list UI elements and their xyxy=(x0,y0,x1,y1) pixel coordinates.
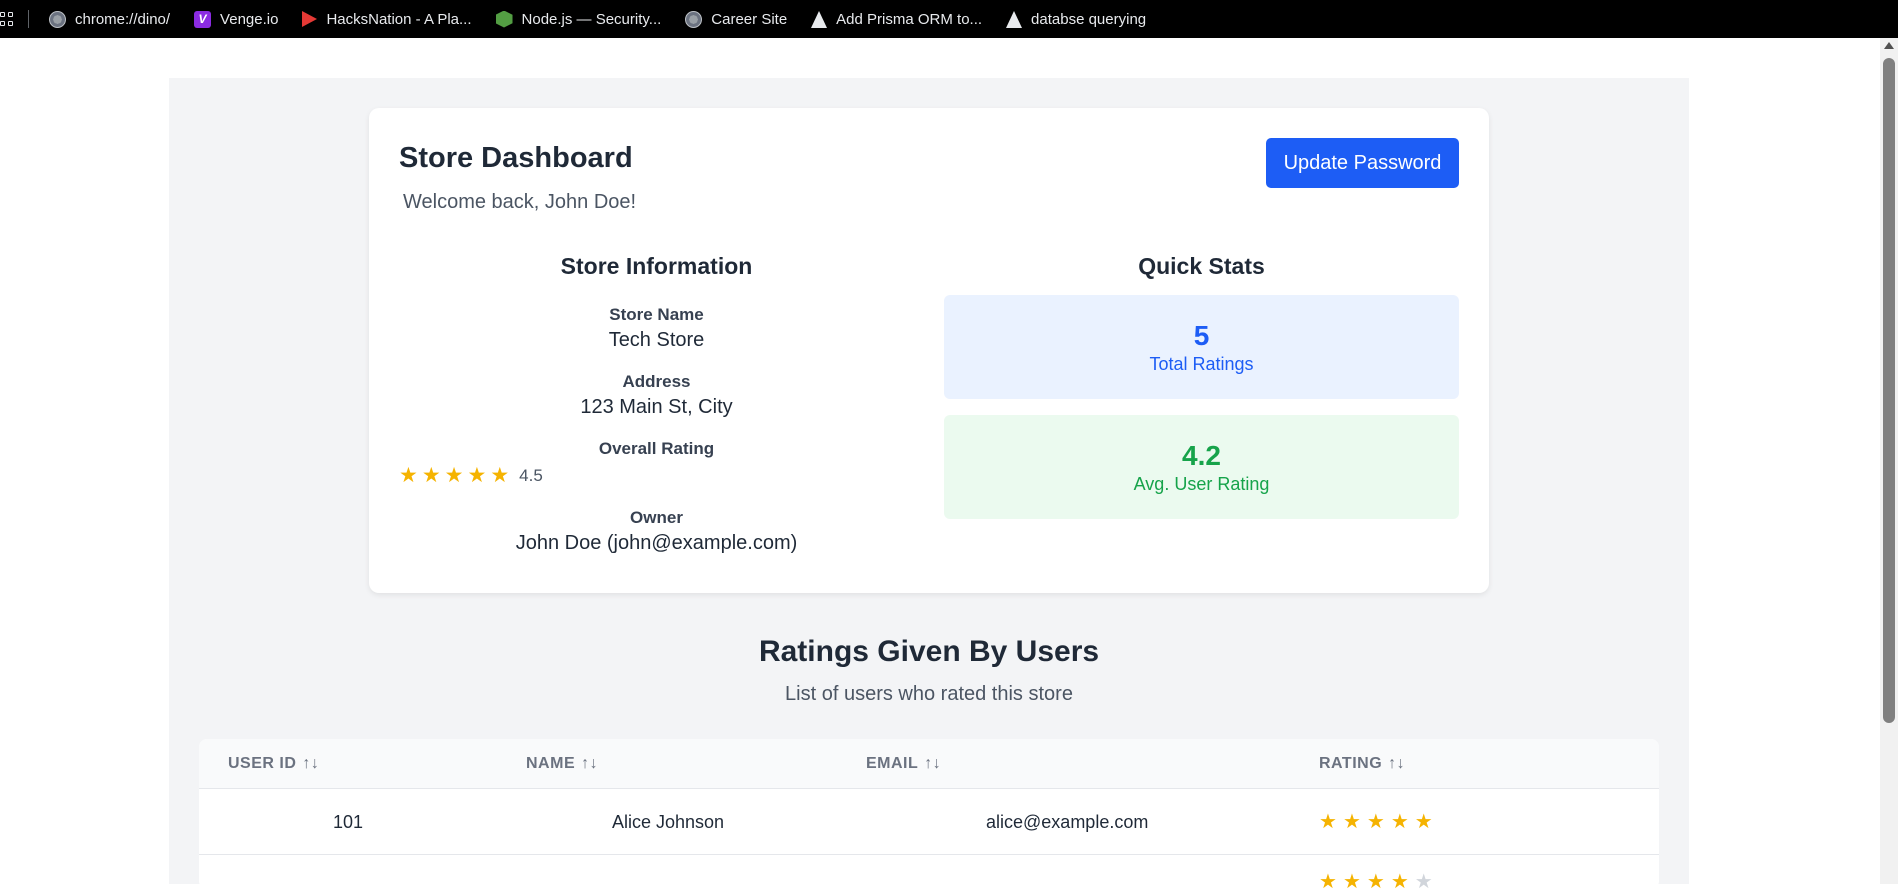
address-value: 123 Main St, City xyxy=(580,396,733,418)
column-header-label: NAME xyxy=(526,755,576,772)
bookmark-prisma[interactable]: Add Prisma ORM to... xyxy=(811,10,983,28)
cell-email: alice@example.com xyxy=(986,811,1149,832)
overall-rating: ★ ★ ★ ★ ★ 4.5 xyxy=(399,465,914,486)
update-password-button[interactable]: Update Password xyxy=(1266,138,1459,188)
star-icon: ★ xyxy=(444,464,464,487)
prisma-icon xyxy=(811,10,828,28)
bookmark-databse-querying[interactable]: databse querying xyxy=(1006,10,1147,28)
column-header-label: EMAIL xyxy=(866,755,919,772)
apps-grid-icon[interactable] xyxy=(0,12,14,26)
star-icon: ★ xyxy=(1390,811,1409,833)
overall-rating-value: 4.5 xyxy=(519,465,543,485)
sort-icon[interactable]: ↑↓ xyxy=(302,755,319,773)
nodejs-icon xyxy=(495,10,513,28)
bookmark-label: Add Prisma ORM to... xyxy=(836,10,983,28)
table-row[interactable]: 101 Alice Johnson alice@example.com ★ ★ … xyxy=(199,789,1659,855)
star-icon: ★ xyxy=(421,464,441,487)
store-information-title: Store Information xyxy=(560,253,753,279)
bookmark-label: Venge.io xyxy=(220,10,279,28)
star-icon: ★ xyxy=(1342,811,1361,833)
star-empty-icon: ★ xyxy=(1414,871,1433,889)
quick-stats-section: Quick Stats 5 Total Ratings 4.2 Avg. Use… xyxy=(944,253,1459,519)
store-name-label: Store Name xyxy=(609,305,704,324)
total-ratings-value: 5 xyxy=(1193,319,1210,351)
bookmark-label: Career Site xyxy=(711,10,788,28)
bookmark-label: Node.js — Security... xyxy=(521,10,662,28)
cell-user-id: 101 xyxy=(333,811,364,832)
star-icon: ★ xyxy=(1390,871,1409,889)
bookmarks-separator xyxy=(28,10,29,28)
column-header-label: RATING xyxy=(1319,755,1383,772)
globe-icon xyxy=(685,10,703,28)
bookmark-nodejs[interactable]: Node.js — Security... xyxy=(495,10,662,28)
star-icon: ★ xyxy=(1366,871,1385,889)
flag-icon xyxy=(302,11,318,27)
bookmark-career-site[interactable]: Career Site xyxy=(685,10,788,28)
bookmark-label: databse querying xyxy=(1031,10,1147,28)
ratings-table: USER ID ↑↓ NAME ↑↓ EMAIL ↑↓ RATING ↑↓ 10… xyxy=(199,739,1659,889)
sort-icon[interactable]: ↑↓ xyxy=(581,755,598,773)
bookmark-dino[interactable]: chrome://dino/ xyxy=(49,10,171,28)
bookmarks-bar: chrome://dino/ V Venge.io HacksNation - … xyxy=(0,0,1898,38)
table-header: USER ID ↑↓ NAME ↑↓ EMAIL ↑↓ RATING ↑↓ xyxy=(199,739,1659,789)
quick-stats-title: Quick Stats xyxy=(1138,253,1265,279)
prisma-icon xyxy=(1006,10,1023,28)
avg-rating-value: 4.2 xyxy=(1182,439,1221,471)
owner-label: Owner xyxy=(630,508,683,527)
sort-icon[interactable]: ↑↓ xyxy=(1388,755,1405,773)
sort-icon[interactable]: ↑↓ xyxy=(924,755,941,773)
column-header-name[interactable]: NAME ↑↓ xyxy=(526,739,598,789)
cell-rating: ★ ★ ★ ★ ★ xyxy=(1319,789,1439,855)
star-icon: ★ xyxy=(1414,811,1433,833)
column-header-label: USER ID xyxy=(228,755,297,772)
avg-rating-stat: 4.2 Avg. User Rating xyxy=(944,415,1459,519)
page-container: Store Dashboard Welcome back, John Doe! … xyxy=(169,78,1689,889)
owner-value: John Doe (john@example.com) xyxy=(515,532,798,554)
column-header-rating[interactable]: RATING ↑↓ xyxy=(1319,739,1405,789)
cell-name: Alice Johnson xyxy=(612,811,725,832)
star-icon: ★ xyxy=(1342,871,1361,889)
cell-rating: ★ ★ ★ ★ ★ xyxy=(1319,849,1439,889)
star-icon: ★ xyxy=(399,464,418,487)
welcome-message: Welcome back, John Doe! xyxy=(403,191,637,213)
bookmark-label: chrome://dino/ xyxy=(75,10,171,28)
address-label: Address xyxy=(622,372,691,391)
star-icon: ★ xyxy=(1366,811,1385,833)
ratings-title: Ratings Given By Users xyxy=(758,635,1100,668)
ratings-subtitle: List of users who rated this store xyxy=(785,683,1073,705)
total-ratings-stat: 5 Total Ratings xyxy=(944,295,1459,399)
overall-rating-label: Overall Rating xyxy=(598,439,715,458)
star-icon: ★ xyxy=(467,464,487,487)
store-information-section: Store Information Store Name Tech Store … xyxy=(399,253,914,555)
scroll-thumb[interactable] xyxy=(1883,58,1895,723)
bookmark-hacksnation[interactable]: HacksNation - A Pla... xyxy=(302,10,472,28)
column-header-email[interactable]: EMAIL ↑↓ xyxy=(866,739,941,789)
bookmark-label: HacksNation - A Pla... xyxy=(326,10,472,28)
bookmark-venge[interactable]: V Venge.io xyxy=(194,10,279,28)
star-icon: ★ xyxy=(490,464,510,487)
vertical-scrollbar[interactable] xyxy=(1880,38,1898,884)
scroll-up-arrow-icon[interactable] xyxy=(1884,42,1894,49)
avg-rating-label: Avg. User Rating xyxy=(1133,473,1270,494)
store-dashboard-card: Store Dashboard Welcome back, John Doe! … xyxy=(369,108,1489,593)
globe-icon xyxy=(49,10,66,28)
total-ratings-label: Total Ratings xyxy=(1149,353,1254,374)
store-name-value: Tech Store xyxy=(608,329,705,351)
star-icon: ★ xyxy=(1319,811,1337,833)
page-title: Store Dashboard xyxy=(399,142,633,174)
column-header-user-id[interactable]: USER ID ↑↓ xyxy=(228,739,319,789)
venge-icon: V xyxy=(194,10,212,28)
star-icon: ★ xyxy=(1319,871,1337,889)
